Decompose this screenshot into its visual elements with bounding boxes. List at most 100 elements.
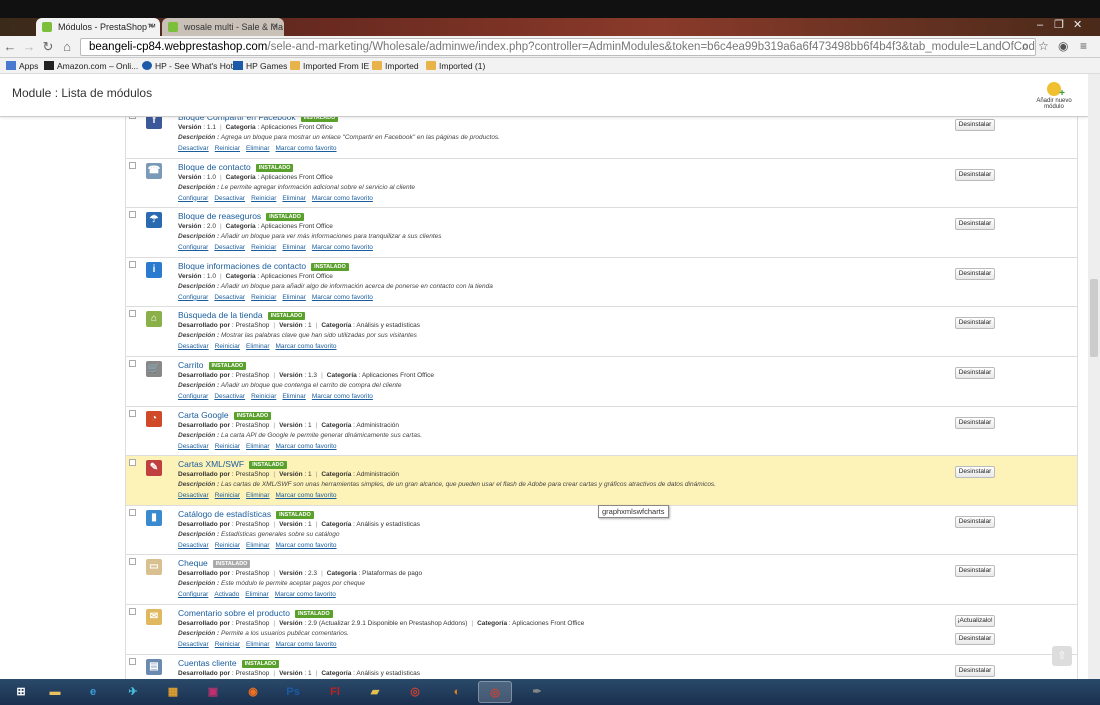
action-link[interactable]: Eliminar xyxy=(282,294,305,301)
module-name[interactable]: Catálogo de estadísticas INSTALADO xyxy=(178,509,314,519)
select-checkbox[interactable] xyxy=(129,409,136,417)
action-link[interactable]: Reiniciar xyxy=(215,443,240,450)
media-icon[interactable]: ◉ xyxy=(236,681,270,703)
uninstall-button[interactable]: Desinstalar xyxy=(955,119,995,131)
chrome-active-icon[interactable]: ◎ xyxy=(478,681,512,703)
back-icon[interactable]: ← xyxy=(2,39,18,55)
presentation-icon[interactable]: ▣ xyxy=(196,681,230,703)
select-checkbox[interactable] xyxy=(129,657,136,665)
scrollbar[interactable] xyxy=(1088,74,1100,679)
module-name[interactable]: Bloque informaciones de contacto INSTALAD… xyxy=(178,261,349,271)
select-checkbox[interactable] xyxy=(129,211,136,219)
action-link[interactable]: Desactivar xyxy=(178,542,209,549)
action-link[interactable]: Eliminar xyxy=(246,443,269,450)
action-link[interactable]: Configurar xyxy=(178,591,208,598)
action-link[interactable]: Reiniciar xyxy=(251,294,276,301)
action-link[interactable]: Eliminar xyxy=(245,591,268,598)
scroll-to-top-icon[interactable]: ⇧ xyxy=(1052,646,1072,666)
action-link[interactable]: Eliminar xyxy=(246,542,269,549)
module-name[interactable]: Cuentas cliente INSTALADO xyxy=(178,658,280,668)
paint-icon[interactable]: ▦ xyxy=(156,681,190,703)
uninstall-button[interactable]: Desinstalar xyxy=(955,168,995,181)
forward-icon[interactable]: → xyxy=(21,39,37,55)
firefox-icon[interactable]: ◐ xyxy=(440,681,474,703)
bookmark-imported[interactable]: Imported xyxy=(372,58,419,74)
address-bar[interactable]: beangeli-cp84.webprestashop.com/sele-and… xyxy=(80,38,1036,56)
module-name[interactable]: Cartas XML/SWF INSTALADO xyxy=(178,459,287,470)
chrome-icon[interactable]: ◎ xyxy=(398,681,432,703)
select-checkbox[interactable] xyxy=(129,310,136,318)
add-module-button[interactable]: Añadir nuevo módulo xyxy=(1028,82,1080,110)
action-link[interactable]: Desactivar xyxy=(214,294,245,301)
internet-explorer-icon[interactable]: e xyxy=(76,681,110,703)
action-link[interactable]: Marcar como favorito xyxy=(276,443,337,450)
reload-icon[interactable]: ↻ xyxy=(40,39,56,55)
action-link[interactable]: Configurar xyxy=(178,195,208,202)
bookmark-imported-1[interactable]: Imported (1) xyxy=(426,58,485,74)
action-link[interactable]: Marcar como favorito xyxy=(312,393,373,400)
uninstall-button[interactable]: Desinstalar xyxy=(955,565,995,578)
action-link[interactable]: Desactivar xyxy=(214,244,245,251)
bookmark-amazon[interactable]: Amazon.com – Onli... xyxy=(44,58,138,74)
action-link[interactable]: Marcar como favorito xyxy=(312,195,373,202)
module-name[interactable]: Búsqueda de la tienda INSTALADO xyxy=(178,310,306,321)
bookmark-hp-games[interactable]: HP Games xyxy=(233,58,287,74)
search-icon[interactable]: ⌕ xyxy=(1022,39,1029,54)
file-explorer-icon[interactable]: ▬ xyxy=(38,681,72,703)
action-link[interactable]: Reiniciar xyxy=(215,145,240,152)
action-link[interactable]: Marcar como favorito xyxy=(275,591,336,598)
module-name[interactable]: Comentario sobre el producto INSTALADO xyxy=(178,608,333,618)
action-link[interactable]: Desactivar xyxy=(178,443,209,450)
tab-wosale[interactable]: wosale multi - Sale & Ma × xyxy=(162,18,284,36)
action-link[interactable]: Reiniciar xyxy=(251,244,276,251)
action-link[interactable]: Reiniciar xyxy=(251,393,276,400)
maximize-icon[interactable]: ❐ xyxy=(1054,18,1064,32)
select-checkbox[interactable] xyxy=(129,359,136,367)
bookmark-apps[interactable]: Apps xyxy=(6,58,38,74)
action-link[interactable]: Desactivar xyxy=(178,145,209,152)
action-link[interactable]: Configurar xyxy=(178,244,208,251)
action-link[interactable]: Reiniciar xyxy=(251,195,276,202)
action-link[interactable]: Configurar xyxy=(178,393,208,400)
folder-icon[interactable]: ▰ xyxy=(358,681,392,703)
action-link[interactable]: Eliminar xyxy=(246,492,269,499)
uninstall-button[interactable]: Desinstalar xyxy=(955,317,995,330)
action-link[interactable]: Marcar como favorito xyxy=(276,492,337,499)
home-icon[interactable]: ⌂ xyxy=(59,39,75,55)
bookmark-imported-ie[interactable]: Imported From IE xyxy=(290,58,369,74)
action-link[interactable]: Marcar como favorito xyxy=(276,343,337,350)
select-checkbox[interactable] xyxy=(129,508,136,516)
uninstall-button[interactable]: Desinstalar xyxy=(955,632,995,645)
photoshop-icon[interactable]: Ps xyxy=(276,681,310,703)
extension-icon[interactable]: ◉ xyxy=(1058,39,1068,53)
uninstall-button[interactable]: Desinstalar xyxy=(955,466,995,479)
action-link[interactable]: Marcar como favorito xyxy=(276,145,337,152)
module-name[interactable]: Carrito INSTALADO xyxy=(178,360,247,370)
action-link[interactable]: Desactivar xyxy=(214,393,245,400)
uninstall-button[interactable]: Desinstalar xyxy=(955,218,995,231)
action-link[interactable]: Eliminar xyxy=(246,343,269,350)
update-button[interactable]: ¡Actualizalo! xyxy=(955,614,995,627)
uninstall-button[interactable]: Desinstalar xyxy=(955,416,995,429)
action-link[interactable]: Desactivar xyxy=(178,641,209,648)
action-link[interactable]: Activado xyxy=(214,591,239,598)
action-link[interactable]: Reiniciar xyxy=(215,492,240,499)
tab-modulos[interactable]: Módulos - PrestaShop™ × xyxy=(36,18,160,36)
action-link[interactable]: Eliminar xyxy=(282,244,305,251)
action-link[interactable]: Marcar como favorito xyxy=(312,244,373,251)
tab-close-icon[interactable]: × xyxy=(148,18,154,36)
module-name[interactable]: Bloque de contacto INSTALADO xyxy=(178,162,294,172)
select-checkbox[interactable] xyxy=(129,607,136,615)
action-link[interactable]: Marcar como favorito xyxy=(276,641,337,648)
action-link[interactable]: Marcar como favorito xyxy=(312,294,373,301)
windows-start-icon[interactable]: ⊞ xyxy=(4,681,38,703)
bookmark-hp-hot[interactable]: HP - See What's Hot xyxy=(142,58,233,74)
module-name[interactable]: Cheque INSTALADO xyxy=(178,558,251,569)
select-checkbox[interactable] xyxy=(129,161,136,169)
uninstall-button[interactable]: Desinstalar xyxy=(955,664,995,677)
flash-icon[interactable]: Fl xyxy=(318,681,352,703)
minimize-icon[interactable]: – xyxy=(1037,18,1043,32)
select-checkbox[interactable] xyxy=(129,558,136,566)
tab-close-icon[interactable]: × xyxy=(272,18,278,36)
action-link[interactable]: Eliminar xyxy=(282,195,305,202)
